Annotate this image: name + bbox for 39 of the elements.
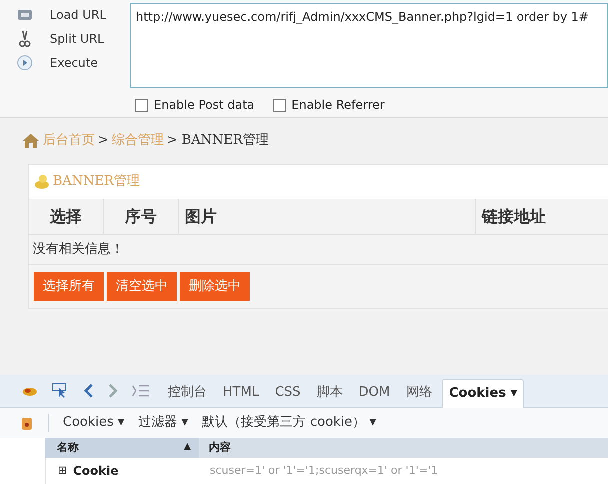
url-field[interactable]: http://www.yuesec.com/rifj_Admin/xxxCMS_Banner.php?lgid=1 order by 1# [130, 3, 608, 88]
devtools-tab[interactable]: 脚本 [310, 379, 349, 407]
column-header: 序号 [104, 199, 179, 234]
cookie-name: Cookie [73, 463, 119, 480]
empty-message: 没有相关信息！ [33, 240, 124, 259]
list-icon[interactable] [132, 385, 150, 397]
checkbox[interactable] [135, 98, 148, 112]
toolbar-menu[interactable]: Cookies ▾ [63, 413, 125, 433]
devtools-tab[interactable]: HTML [217, 379, 266, 407]
devtools-tab[interactable]: CSS [269, 379, 307, 407]
toolbar-menu[interactable]: 默认（接受第三方 cookie） ▾ [202, 413, 376, 433]
column-header[interactable]: 名称 ▲ [45, 438, 199, 458]
breadcrumb-text: > [98, 132, 109, 150]
panel-title: BANNER管理 [53, 173, 140, 192]
back-icon[interactable] [84, 384, 94, 398]
sort-indicator: ▲ [184, 441, 191, 454]
expand-toggle[interactable]: ⊞ [58, 462, 68, 480]
checkbox-label: Enable Post data [154, 97, 255, 114]
column-header: 链接地址 [480, 206, 547, 228]
toolbar-menu[interactable]: 过滤器 ▾ [138, 413, 188, 433]
cookie-value: scuser=1' or '1'='1;scuserqx=1' or '1'='1 [209, 462, 438, 479]
devtools-tab[interactable]: Cookies ▾ [442, 379, 524, 408]
hackbar-action-button[interactable]: Load URL [50, 6, 106, 24]
column-header[interactable]: 内容 [199, 438, 608, 458]
column-header: 选择 [29, 199, 104, 234]
column-title: 名称 [57, 440, 79, 456]
column-header: 图片 [179, 199, 476, 234]
devtools-tab[interactable]: DOM [352, 379, 396, 407]
cookie-jar-icon[interactable] [20, 415, 34, 431]
devtools-tab[interactable]: 控制台 [162, 379, 213, 407]
play-icon [17, 55, 33, 71]
hackbar-action-button[interactable]: Execute [50, 54, 98, 72]
hackbar-action-button[interactable]: Split URL [50, 30, 104, 48]
home-icon [22, 133, 40, 149]
checkbox[interactable] [272, 98, 286, 112]
devtools-tab[interactable]: 网络 [400, 379, 438, 407]
scissors-icon [19, 30, 31, 48]
checkbox-label: Enable Referrer [292, 97, 385, 114]
breadcrumb-text: > BANNER管理 [166, 132, 269, 150]
